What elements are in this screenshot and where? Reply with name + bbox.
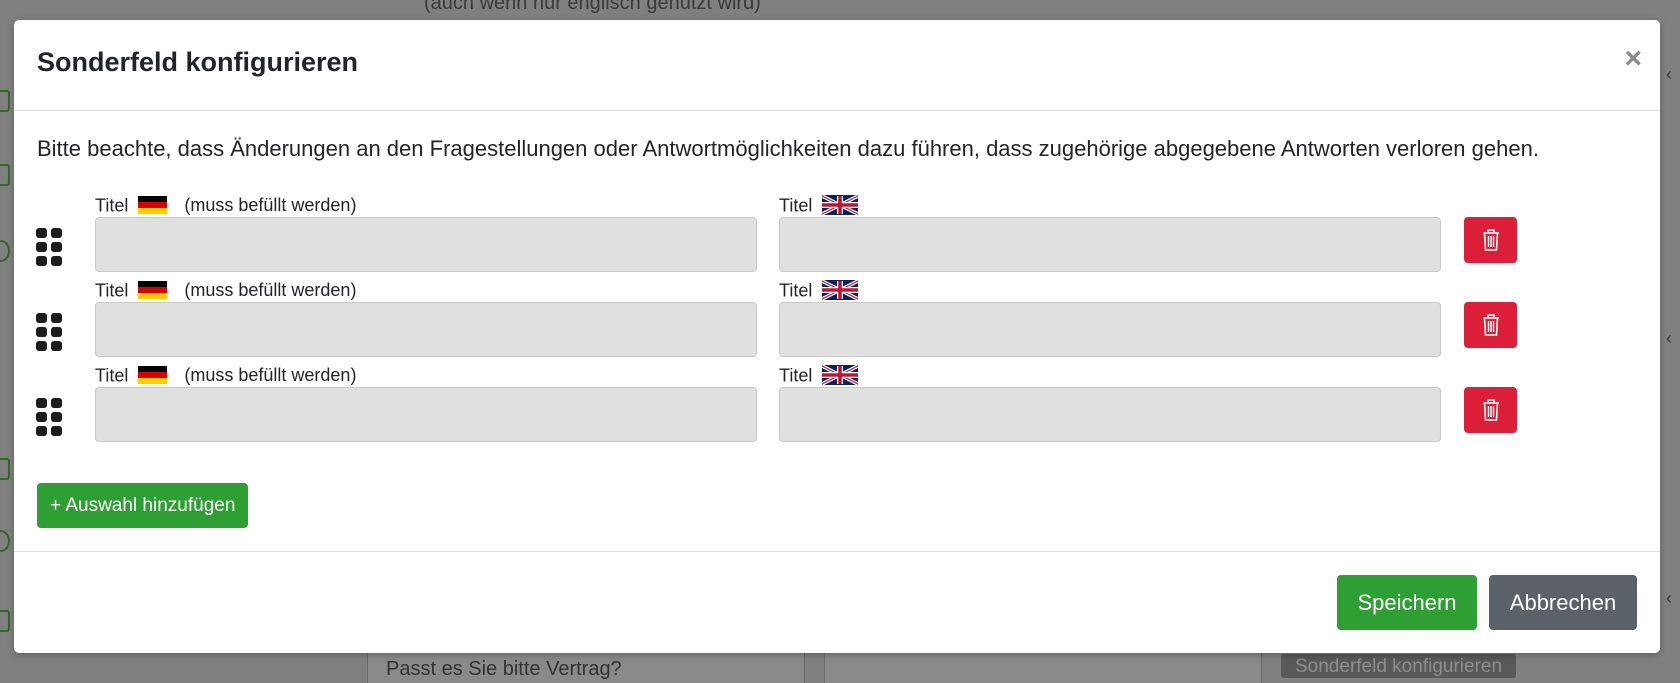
german-flag-icon — [138, 196, 168, 215]
delete-option-button[interactable] — [1464, 217, 1517, 263]
english-title-input[interactable] — [779, 217, 1441, 272]
title-label-text: Titel — [779, 195, 813, 216]
modal-footer: Speichern Abbrechen — [14, 551, 1660, 653]
title-label-text: Titel — [779, 280, 813, 301]
configure-field-modal: Sonderfeld konfigurieren × Bitte beachte… — [14, 20, 1660, 653]
option-row: Titel (muss befüllt werden) Titel — [14, 363, 1660, 445]
drag-handle-icon[interactable] — [36, 228, 66, 266]
background-sidebar — [0, 0, 14, 670]
background-panel — [824, 652, 1262, 683]
warning-notice: Bitte beachte, dass Änderungen an den Fr… — [37, 136, 1539, 161]
uk-flag-icon — [822, 280, 859, 301]
german-title-label: Titel (muss befüllt werden) — [95, 193, 356, 215]
drag-handle-icon[interactable] — [36, 398, 66, 436]
background-chevron-icon: ‹ — [1666, 328, 1672, 348]
german-title-input[interactable] — [95, 217, 757, 272]
save-button[interactable]: Speichern — [1337, 575, 1477, 630]
uk-flag-icon — [822, 195, 859, 216]
english-title-input[interactable] — [779, 387, 1441, 442]
english-title-input[interactable] — [779, 302, 1441, 357]
close-icon[interactable]: × — [1624, 44, 1642, 74]
title-label-text: Titel — [95, 365, 129, 386]
german-flag-icon — [138, 281, 168, 300]
cancel-button[interactable]: Abbrechen — [1489, 575, 1637, 630]
trash-icon — [1482, 314, 1499, 336]
german-title-label: Titel (muss befüllt werden) — [95, 278, 356, 300]
modal-title: Sonderfeld konfigurieren — [37, 47, 359, 77]
title-label-text: Titel — [95, 195, 129, 216]
add-option-button[interactable]: + Auswahl hinzufügen — [37, 483, 249, 528]
modal-header: Sonderfeld konfigurieren × — [14, 20, 1660, 111]
background-chevron-icon: ‹ — [1666, 64, 1672, 84]
title-label-text: Titel — [779, 365, 813, 386]
required-note: (muss befüllt werden) — [184, 365, 357, 386]
background-configure-button: Sonderfeld konfigurieren — [1281, 654, 1517, 678]
background-text: (auch wenn nur englisch genutzt wird) — [424, 0, 761, 14]
trash-icon — [1482, 399, 1499, 421]
background-chevron-icon: ‹ — [1666, 588, 1672, 608]
delete-option-button[interactable] — [1464, 387, 1517, 433]
german-title-label: Titel (muss befüllt werden) — [95, 363, 356, 385]
required-note: (muss befüllt werden) — [184, 195, 357, 216]
option-row: Titel (muss befüllt werden) Titel — [14, 278, 1660, 360]
german-title-input[interactable] — [95, 302, 757, 357]
german-title-input[interactable] — [95, 387, 757, 442]
german-flag-icon — [138, 366, 168, 385]
required-note: (muss befüllt werden) — [184, 280, 357, 301]
english-title-label: Titel — [779, 278, 859, 301]
delete-option-button[interactable] — [1464, 302, 1517, 348]
uk-flag-icon — [822, 365, 859, 386]
english-title-label: Titel — [779, 363, 859, 386]
title-label-text: Titel — [95, 280, 129, 301]
english-title-label: Titel — [779, 193, 859, 216]
drag-handle-icon[interactable] — [36, 313, 66, 351]
trash-icon — [1482, 229, 1499, 251]
option-row: Titel (muss befüllt werden) Titel — [14, 193, 1660, 275]
